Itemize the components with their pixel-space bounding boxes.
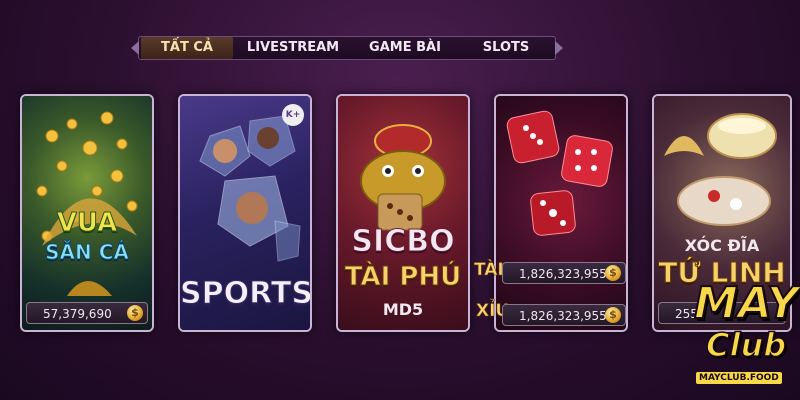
k-plus-badge: K+ [282, 104, 304, 126]
tab-bar-left-ornament [131, 41, 139, 55]
coin-icon: $ [605, 265, 621, 281]
logo-may-text: MAY [693, 277, 800, 330]
sicbo-artwork [338, 96, 468, 330]
logo-domain-text: MAYCLUB.FOOD [696, 372, 782, 384]
tab-livestream[interactable]: LIVESTREAM [239, 37, 347, 59]
tab-slots[interactable]: SLOTS [465, 37, 547, 59]
game-card-sports[interactable]: K+ SPORTS [178, 94, 312, 332]
tab-game-bai[interactable]: GAME BÀI [357, 37, 453, 59]
tai-jackpot: 1,826,323,955 $ [502, 262, 626, 284]
xiu-jackpot: 1,826,323,955 $ [502, 304, 626, 326]
vua-san-ca-title-line2: SĂN CÁ [45, 240, 130, 265]
game-card-vua-san-ca[interactable]: VUA SĂN CÁ 57,379,690 $ [20, 94, 154, 332]
vua-san-ca-title-line1: VUA [56, 208, 118, 239]
logo-club-text: Club [705, 325, 787, 365]
game-card-dice[interactable] [494, 94, 628, 332]
category-tab-bar: TẤT CẢ LIVESTREAM GAME BÀI SLOTS [131, 36, 563, 60]
tai-jackpot-value: 1,826,323,955 [519, 267, 607, 281]
sicbo-title-line2: TÀI PHÚ [344, 262, 462, 293]
sicbo-title-line3: MD5 [382, 300, 424, 319]
coin-icon: $ [605, 307, 621, 323]
xoc-dia-title-line1: XÓC ĐĨA [684, 236, 760, 255]
tai-label: TÀI [474, 260, 504, 281]
vua-san-ca-jackpot-value: 57,379,690 [43, 307, 112, 321]
vua-san-ca-jackpot: 57,379,690 $ [26, 302, 148, 324]
xiu-jackpot-value: 1,826,323,955 [519, 309, 607, 323]
tab-bar-right-ornament [555, 41, 563, 55]
sicbo-title-line1: SICBO [351, 224, 455, 260]
mayclub-logo: MAY Club MAYCLUB.FOOD [692, 277, 800, 396]
game-card-sicbo-tai-phu[interactable]: SICBO TÀI PHÚ MD5 [336, 94, 470, 332]
dice-artwork [496, 96, 626, 330]
coin-icon: $ [127, 305, 143, 321]
tab-all[interactable]: TẤT CẢ [141, 37, 233, 59]
sports-title: SPORTS [180, 276, 312, 312]
